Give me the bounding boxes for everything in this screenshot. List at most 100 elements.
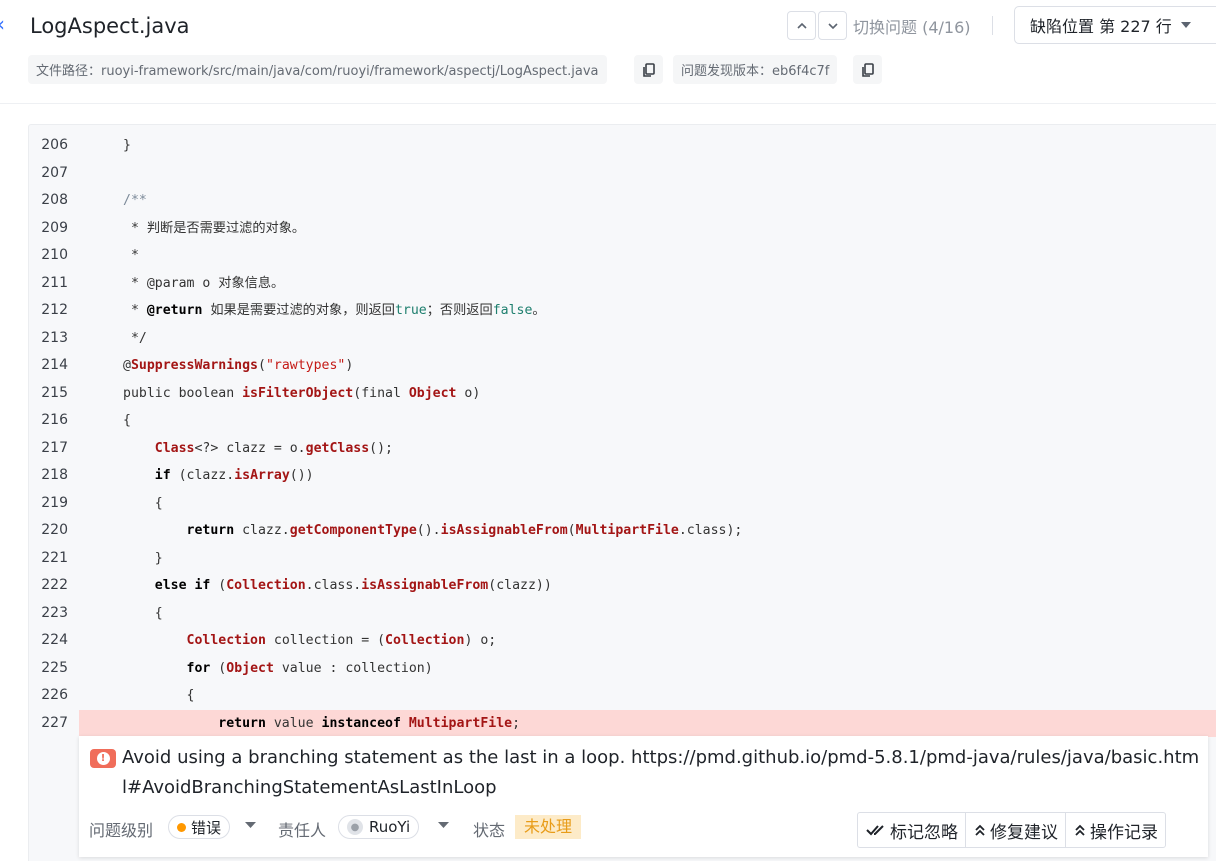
line-number: 216 <box>41 412 68 428</box>
line-number: 224 <box>41 632 68 648</box>
code-line: 210 * <box>29 242 1216 269</box>
line-number: 218 <box>41 467 68 483</box>
code-text: return value instanceof MultipartFile; <box>218 715 521 731</box>
double-check-icon <box>866 825 884 836</box>
assignee-label: 责任人 <box>278 821 327 840</box>
code-text: public boolean isFilterObject(final Obje… <box>123 385 481 401</box>
line-number: 207 <box>41 164 68 181</box>
code-text: return clazz.getComponentType().isAssign… <box>186 523 743 538</box>
severity-label: 问题级别 <box>89 821 154 840</box>
severity-dot-icon <box>177 822 186 832</box>
status-badge: 未处理 <box>515 815 582 839</box>
code-line: 207 <box>29 160 1216 187</box>
double-chevron-up-icon <box>1075 824 1085 836</box>
code-line: 223 { <box>29 600 1216 627</box>
operation-history-button[interactable]: 操作记录 <box>1065 813 1165 847</box>
line-number: 209 <box>41 219 68 236</box>
code-text: if (clazz.isArray()) <box>154 468 314 483</box>
line-number: 217 <box>41 439 68 456</box>
switch-issue-label: 切换问题 (4/16) <box>853 17 971 37</box>
file-path: 文件路径：ruoyi-framework/src/main/java/com/r… <box>28 55 607 84</box>
code-line: 208 /** <box>29 187 1216 214</box>
code-line: 211 * @param o 对象信息。 <box>29 270 1216 297</box>
code-text: * <box>123 248 139 263</box>
issue-actions: 标记忽略 修复建议 操作记录 <box>857 812 1166 848</box>
severity-select[interactable]: 错误 <box>168 815 231 839</box>
code-line: 214 @SuppressWarnings("rawtypes") <box>29 352 1216 379</box>
line-number: 226 <box>41 687 68 703</box>
code-text: { <box>123 495 163 511</box>
code-text: /** <box>123 193 147 208</box>
code-text: { <box>123 688 195 703</box>
line-number: 212 <box>41 302 68 318</box>
code-line: 209 * 判断是否需要过滤的对象。 <box>29 215 1216 242</box>
code-line: 226 { <box>29 682 1216 709</box>
assignee-value: RuoYi <box>369 818 411 836</box>
code-text: } <box>123 138 131 153</box>
defect-location-select[interactable]: 缺陷位置 第 227 行 <box>1014 6 1216 44</box>
code-line: 220 return clazz.getComponentType().isAs… <box>29 517 1216 544</box>
line-number: 220 <box>41 522 68 538</box>
code-text: * @param o 对象信息。 <box>123 275 285 291</box>
issue-detail-card: ! Avoid using a branching statement as t… <box>79 736 1208 857</box>
code-line: 219 { <box>29 490 1216 517</box>
prev-issue-button[interactable] <box>787 11 816 40</box>
fix-suggestion-label: 修复建议 <box>990 822 1058 843</box>
issue-message: Avoid using a branching statement as the… <box>122 747 1200 798</box>
code-text: { <box>123 605 163 621</box>
defect-location-label: 缺陷位置 第 227 行 <box>1030 17 1172 36</box>
line-number: 206 <box>41 137 68 153</box>
chevron-up-icon <box>796 22 807 29</box>
code-line: 213 */ <box>29 325 1216 352</box>
error-icon: ! <box>90 749 116 768</box>
code-line: 212 * @return 如果是需要过滤的对象，则返回true；否则返回fal… <box>29 297 1216 324</box>
code-line: 225 for (Object value : collection) <box>29 655 1216 682</box>
line-number: 215 <box>41 384 68 401</box>
code-text: * @return 如果是需要过滤的对象，则返回true；否则返回false。 <box>123 303 546 318</box>
avatar: ● <box>347 819 363 835</box>
code-text: * 判断是否需要过滤的对象。 <box>123 220 306 236</box>
divider <box>992 16 993 35</box>
line-number: 222 <box>41 577 68 593</box>
next-issue-button[interactable] <box>818 11 847 40</box>
line-number: 210 <box>41 247 68 263</box>
copy-version-button[interactable] <box>853 55 882 84</box>
line-number: 219 <box>41 494 68 511</box>
code-line: 216 { <box>29 407 1216 434</box>
fix-suggestion-button[interactable]: 修复建议 <box>965 813 1065 847</box>
code-line: 206} <box>29 132 1216 159</box>
issue-properties: 问题级别 错误 责任人 ● RuoYi 状态 未处理 标记忽略 修复建议 操作记… <box>79 812 1208 848</box>
found-version: 问题发现版本：eb6f4c7f <box>673 55 838 84</box>
code-line: 221 } <box>29 545 1216 572</box>
assignee-select[interactable]: ● RuoYi <box>338 815 420 839</box>
line-number: 225 <box>41 659 68 676</box>
caret-down-icon <box>1180 22 1191 28</box>
page-title: LogAspect.java <box>30 14 190 38</box>
caret-down-icon[interactable] <box>245 822 256 829</box>
code-line-highlighted: 227 return value instanceof MultipartFil… <box>29 709 1216 737</box>
mark-ignore-label: 标记忽略 <box>890 822 958 843</box>
line-number: 211 <box>41 274 68 291</box>
code-line: 218 if (clazz.isArray()) <box>29 462 1216 489</box>
operation-history-label: 操作记录 <box>1090 822 1158 843</box>
code-text: else if (Collection.class.isAssignableFr… <box>154 578 552 593</box>
code-text: { <box>123 413 131 428</box>
code-text: */ <box>123 330 147 346</box>
code-text: Collection collection = (Collection) o; <box>186 633 497 648</box>
severity-value: 错误 <box>191 818 222 837</box>
code-text: } <box>123 550 163 566</box>
line-number: 213 <box>41 329 68 346</box>
issue-switcher: 切换问题 (4/16) <box>787 10 971 41</box>
issue-header: LogAspect.java 切换问题 (4/16) 缺陷位置 第 227 行 … <box>0 0 1216 104</box>
line-number: 223 <box>41 604 68 621</box>
code-text: for (Object value : collection) <box>186 660 433 676</box>
caret-down-icon[interactable] <box>438 822 449 829</box>
copy-icon <box>642 62 655 77</box>
copy-file-path-button[interactable] <box>634 55 663 84</box>
mark-ignore-button[interactable]: 标记忽略 <box>858 813 965 847</box>
code-line: 222 else if (Collection.class.isAssignab… <box>29 572 1216 599</box>
code-line: 217 Class<?> clazz = o.getClass(); <box>29 435 1216 462</box>
copy-icon <box>861 62 874 77</box>
code-text: @SuppressWarnings("rawtypes") <box>123 358 354 373</box>
double-chevron-up-icon <box>975 824 985 836</box>
